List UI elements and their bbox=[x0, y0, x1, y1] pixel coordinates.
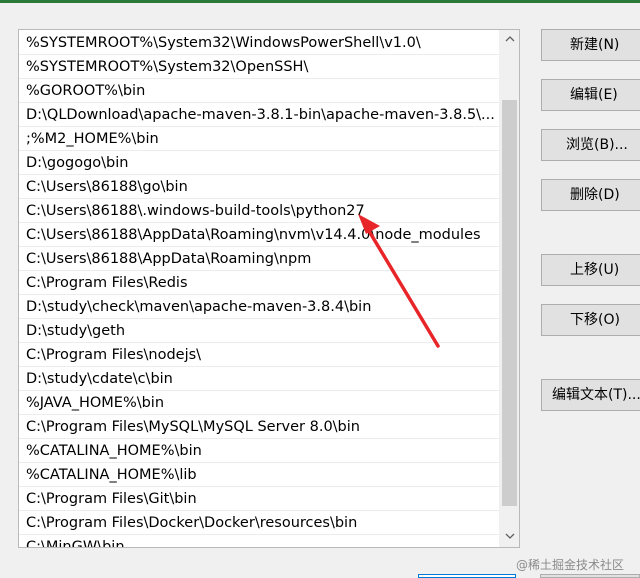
cancel-button-edge[interactable] bbox=[540, 574, 640, 578]
annotation-arrow bbox=[358, 214, 440, 348]
ok-button-edge[interactable] bbox=[418, 574, 516, 578]
watermark: @稀土掘金技术社区 bbox=[516, 558, 625, 572]
